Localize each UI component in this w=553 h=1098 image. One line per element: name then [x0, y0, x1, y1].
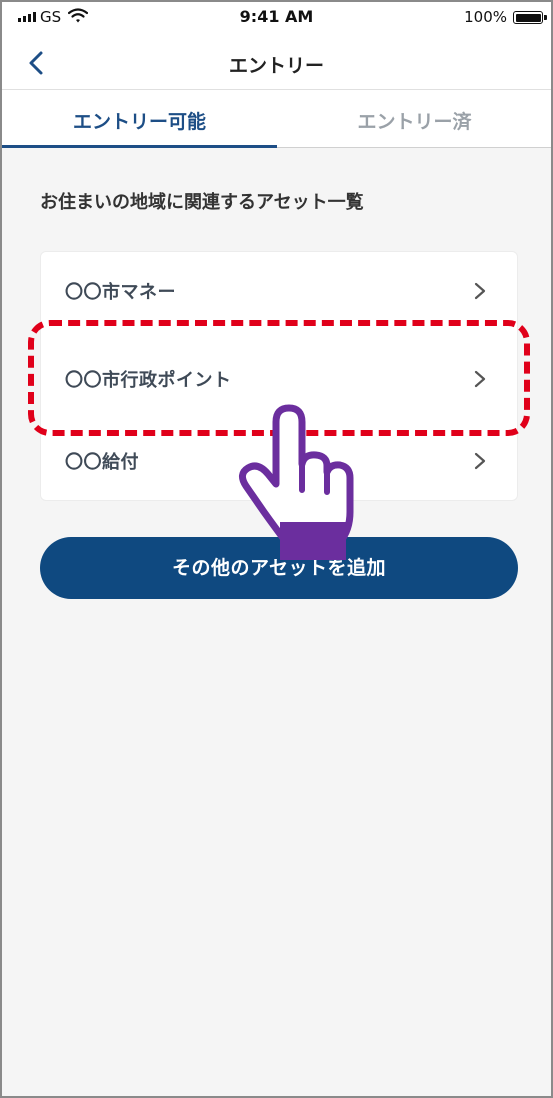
page-title: エントリー [228, 55, 324, 77]
chevron-right-icon [474, 282, 486, 300]
battery-percent: 100% [464, 8, 507, 26]
nav-bar: エントリー [2, 34, 551, 90]
chevron-right-icon [474, 452, 486, 470]
tab-bar: エントリー可能 エントリー済 [2, 90, 551, 148]
battery-icon [513, 11, 543, 24]
asset-item-city-money[interactable]: 〇〇市マネー [41, 252, 517, 330]
phone-frame: GS 9:41 AM 100% エントリー エントリー可能 エントリー済 お住ま… [0, 0, 553, 1098]
battery-cap [544, 15, 547, 20]
section-heading: お住まいの地域に関連するアセット一覧 [40, 192, 364, 213]
status-bar: GS 9:41 AM 100% [2, 2, 551, 34]
pointing-hand-icon [239, 404, 354, 560]
tab-entered[interactable]: エントリー済 [277, 90, 551, 148]
tab-available[interactable]: エントリー可能 [2, 90, 277, 148]
asset-label: 〇〇給付 [65, 452, 139, 473]
asset-label: 〇〇市マネー [65, 282, 176, 303]
